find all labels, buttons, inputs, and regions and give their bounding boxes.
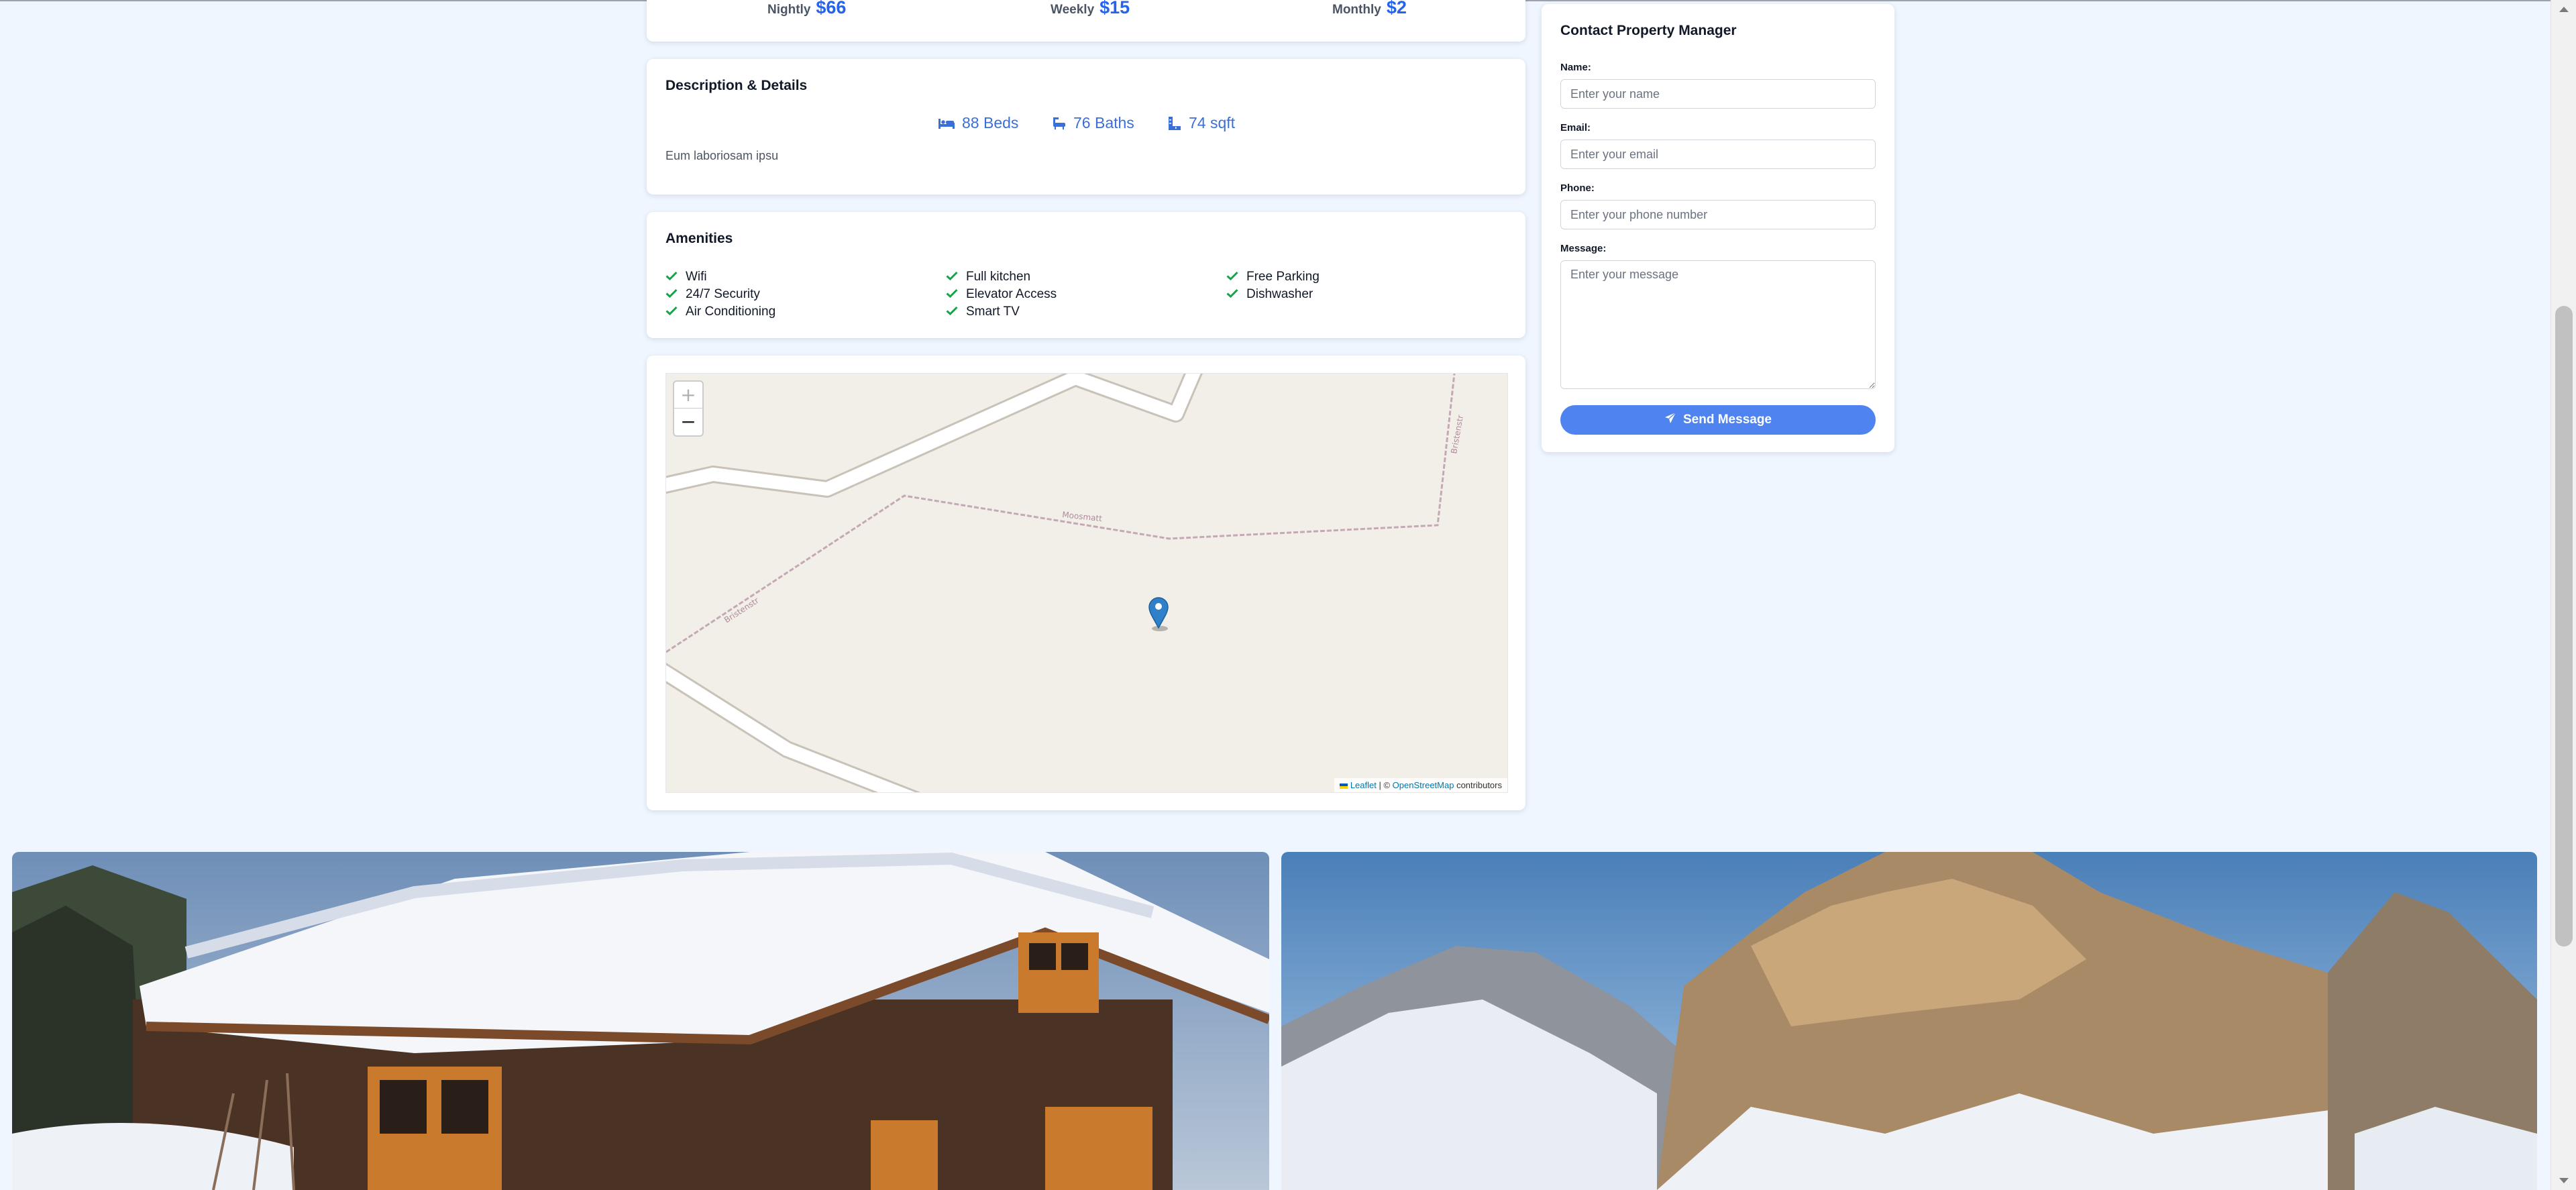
check-icon	[946, 305, 958, 319]
price-label: Nightly	[767, 3, 811, 17]
amenities-title: Amenities	[665, 231, 733, 246]
zoom-control: + −	[673, 380, 704, 437]
leaflet-link[interactable]: Leaflet	[1350, 780, 1377, 790]
amenity-label: Wifi	[686, 270, 707, 284]
amenity-item: Elevator Access	[946, 287, 1057, 302]
price-weekly: Weekly $15	[1051, 0, 1130, 18]
message-label: Message:	[1560, 243, 1607, 254]
email-label: Email:	[1560, 122, 1591, 133]
scroll-down-icon[interactable]	[2559, 1178, 2569, 1183]
check-icon	[946, 270, 958, 284]
amenity-label: Air Conditioning	[686, 305, 776, 319]
attribution-separator: | ©	[1376, 780, 1393, 790]
area-stat: 74 sqft	[1167, 114, 1235, 132]
check-icon	[1226, 287, 1238, 302]
price-value: $66	[816, 0, 847, 17]
send-message-button[interactable]: Send Message	[1560, 405, 1876, 435]
description-card: Description & Details 88 Beds 76 Baths 7…	[647, 59, 1525, 195]
check-icon	[665, 270, 678, 284]
price-value: $2	[1386, 0, 1407, 17]
check-icon	[665, 287, 678, 302]
amenity-item: 24/7 Security	[665, 287, 760, 302]
amenity-item: Smart TV	[946, 305, 1020, 319]
ruler-icon	[1167, 115, 1182, 131]
email-input[interactable]	[1560, 140, 1876, 169]
paper-plane-icon	[1664, 412, 1676, 428]
beds-stat: 88 Beds	[938, 114, 1018, 132]
phone-label: Phone:	[1560, 182, 1595, 194]
prices-card: Nightly $66 Weekly $15 Monthly $2	[647, 0, 1525, 42]
bed-icon	[938, 117, 955, 130]
chalet-image	[12, 852, 1269, 1190]
ukraine-flag-icon	[1339, 783, 1348, 789]
property-photo-chalet[interactable]	[12, 852, 1269, 1190]
check-icon	[1226, 270, 1238, 284]
amenity-label: Full kitchen	[966, 270, 1031, 284]
map-tiles: Moosmatt Bristenstr Bristenstr	[666, 374, 1507, 792]
name-input[interactable]	[1560, 79, 1876, 109]
amenity-item: Free Parking	[1226, 270, 1320, 284]
amenity-label: 24/7 Security	[686, 287, 760, 301]
check-icon	[946, 287, 958, 302]
amenity-label: Free Parking	[1246, 270, 1320, 284]
amenity-item: Full kitchen	[946, 270, 1030, 284]
bath-icon	[1052, 116, 1067, 131]
map-card: Moosmatt Bristenstr Bristenstr + − Leafl…	[647, 356, 1525, 810]
contact-form-card: Contact Property Manager Name: Email: Ph…	[1542, 4, 1894, 452]
zoom-out-button[interactable]: −	[674, 409, 702, 435]
location-map[interactable]: Moosmatt Bristenstr Bristenstr + − Leafl…	[665, 373, 1508, 793]
baths-value: 76 Baths	[1073, 114, 1134, 131]
mountains-image	[1281, 852, 2537, 1190]
amenities-card: Amenities Wifi Full kitchen Free Parking…	[647, 212, 1525, 338]
price-label: Weekly	[1051, 3, 1095, 17]
price-monthly: Monthly $2	[1332, 0, 1407, 18]
amenity-label: Smart TV	[966, 305, 1020, 319]
check-icon	[665, 305, 678, 319]
phone-input[interactable]	[1560, 200, 1876, 229]
price-value: $15	[1099, 0, 1130, 17]
osm-link[interactable]: OpenStreetMap	[1393, 780, 1454, 790]
property-photo-mountains[interactable]	[1281, 852, 2537, 1190]
attribution-contributors: contributors	[1454, 780, 1502, 790]
scroll-up-icon[interactable]	[2559, 7, 2569, 12]
amenity-item: Air Conditioning	[665, 305, 775, 319]
zoom-in-button[interactable]: +	[674, 382, 702, 409]
baths-stat: 76 Baths	[1052, 114, 1134, 132]
page-scrollbar[interactable]	[2551, 0, 2576, 1190]
price-label: Monthly	[1332, 3, 1381, 17]
map-attribution: Leaflet | © OpenStreetMap contributors	[1334, 778, 1507, 792]
beds-value: 88 Beds	[962, 114, 1019, 131]
description-title: Description & Details	[665, 78, 808, 93]
amenity-item: Dishwasher	[1226, 287, 1313, 302]
scrollbar-thumb[interactable]	[2555, 306, 2573, 946]
amenity-item: Wifi	[665, 270, 707, 284]
contact-title: Contact Property Manager	[1560, 23, 1737, 38]
name-label: Name:	[1560, 62, 1591, 73]
amenity-label: Elevator Access	[966, 287, 1057, 301]
send-message-label: Send Message	[1683, 413, 1772, 427]
description-text: Eum laboriosam ipsu	[665, 149, 779, 162]
message-textarea[interactable]	[1560, 260, 1876, 389]
area-value: 74 sqft	[1189, 114, 1236, 131]
price-nightly: Nightly $66	[767, 0, 846, 18]
amenity-label: Dishwasher	[1246, 287, 1313, 301]
